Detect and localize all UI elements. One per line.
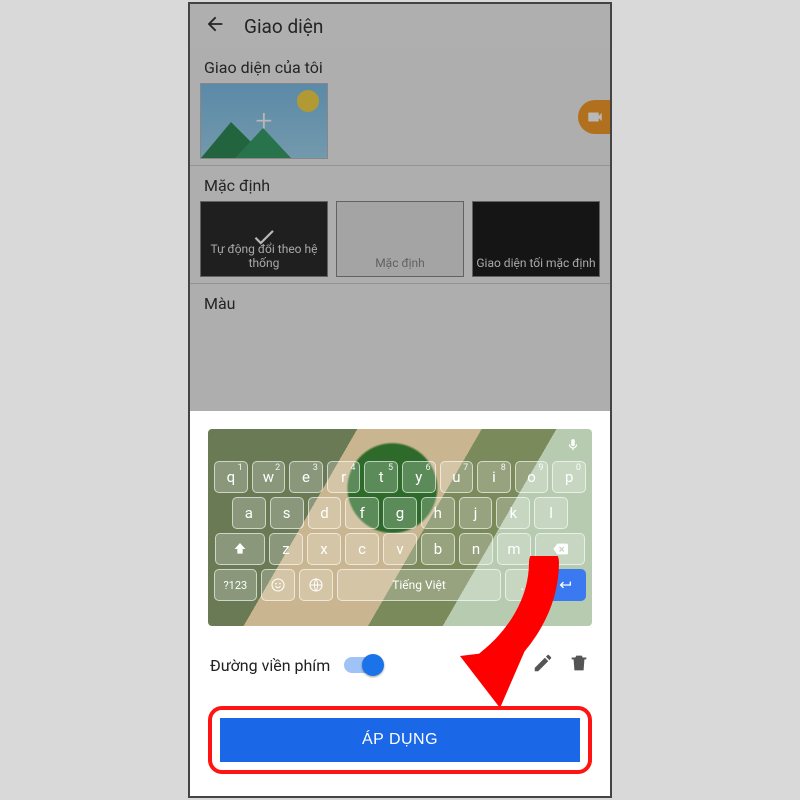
- backspace-key[interactable]: [535, 533, 585, 565]
- key-d[interactable]: d: [308, 497, 342, 529]
- key-x[interactable]: x: [307, 533, 341, 565]
- symbols-key[interactable]: ?123: [214, 569, 257, 601]
- key-c[interactable]: c: [345, 533, 379, 565]
- key-l[interactable]: l: [534, 497, 568, 529]
- key-s[interactable]: s: [270, 497, 304, 529]
- apply-button[interactable]: ÁP DỤNG: [220, 718, 580, 762]
- shift-key[interactable]: [215, 533, 265, 565]
- key-i[interactable]: i8: [477, 461, 511, 493]
- key-u[interactable]: u7: [440, 461, 474, 493]
- theme-preview-sheet: q1w2e3r4t5y6u7i8o9p0 asdfghjkl zxcvbnm ?…: [190, 411, 610, 796]
- key-r[interactable]: r4: [327, 461, 361, 493]
- key-f[interactable]: f: [345, 497, 379, 529]
- key-t[interactable]: t5: [364, 461, 398, 493]
- key-n[interactable]: n: [459, 533, 493, 565]
- delete-button[interactable]: [568, 652, 590, 678]
- key-z[interactable]: z: [269, 533, 303, 565]
- mic-icon: [566, 437, 580, 456]
- key-a[interactable]: a: [232, 497, 266, 529]
- key-p[interactable]: p0: [552, 461, 586, 493]
- phone-frame: Giao diện Giao diện của tôi + Mặc định T…: [188, 2, 612, 798]
- sheet-controls: Đường viền phím: [208, 652, 592, 678]
- enter-key[interactable]: [543, 569, 586, 601]
- edit-button[interactable]: [532, 652, 554, 678]
- keyboard-preview: q1w2e3r4t5y6u7i8o9p0 asdfghjkl zxcvbnm ?…: [208, 429, 592, 626]
- key-j[interactable]: j: [459, 497, 493, 529]
- globe-key[interactable]: [299, 569, 333, 601]
- key-border-label: Đường viền phím: [210, 656, 330, 675]
- key-w[interactable]: w2: [252, 461, 286, 493]
- key-h[interactable]: h: [421, 497, 455, 529]
- key-e[interactable]: e3: [289, 461, 323, 493]
- key-v[interactable]: v: [383, 533, 417, 565]
- period-key[interactable]: .: [505, 569, 539, 601]
- key-border-toggle[interactable]: [344, 657, 382, 673]
- emoji-key[interactable]: [261, 569, 295, 601]
- key-q[interactable]: q1: [214, 461, 248, 493]
- key-o[interactable]: o9: [515, 461, 549, 493]
- key-b[interactable]: b: [421, 533, 455, 565]
- key-y[interactable]: y6: [402, 461, 436, 493]
- space-key[interactable]: Tiếng Việt: [337, 569, 502, 601]
- key-k[interactable]: k: [496, 497, 530, 529]
- key-m[interactable]: m: [497, 533, 531, 565]
- annotation-highlight: ÁP DỤNG: [208, 706, 592, 774]
- key-g[interactable]: g: [383, 497, 417, 529]
